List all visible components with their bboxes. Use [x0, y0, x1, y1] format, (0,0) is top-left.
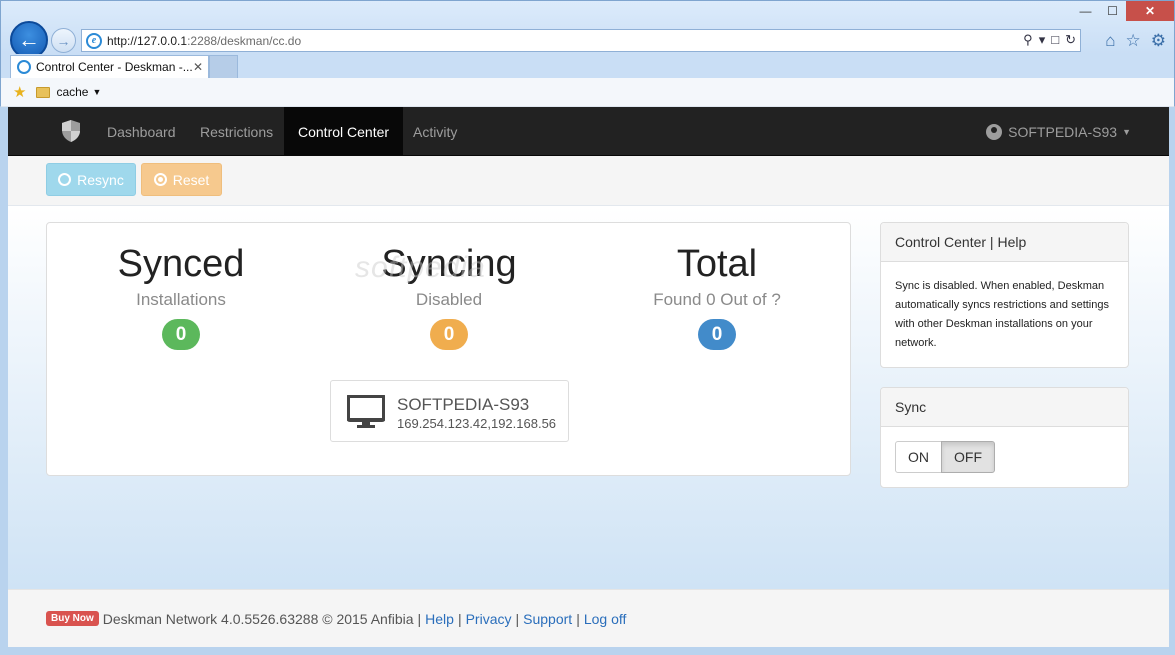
favorites-bar: ★ cache ▼	[0, 78, 1175, 107]
ie-tab-icon	[17, 60, 31, 74]
stat-title: Total	[676, 243, 758, 285]
monitor-icon	[347, 395, 385, 428]
footer-separator: |	[457, 610, 462, 627]
browser-titlebar: ← → e http://127.0.0.1:2288/deskman/cc.d…	[0, 0, 1175, 59]
page: Dashboard Restrictions Control Center Ac…	[8, 107, 1169, 647]
help-panel: Control Center | Help Sync is disabled. …	[880, 222, 1129, 368]
footer-link-logoff[interactable]: Log off	[584, 611, 627, 627]
tab-title: Control Center - Deskman -...	[36, 60, 193, 74]
chevron-down-icon[interactable]: ▾	[1039, 32, 1046, 48]
sync-off-button[interactable]: OFF	[941, 441, 995, 473]
new-tab-button[interactable]	[209, 55, 238, 78]
tab-close-icon[interactable]: ✕	[193, 60, 203, 74]
refresh-icon[interactable]: ↻	[1065, 32, 1076, 48]
user-icon	[986, 123, 1003, 140]
nav-dashboard[interactable]: Dashboard	[93, 107, 190, 156]
sync-on-button[interactable]: ON	[895, 441, 942, 473]
compat-view-icon[interactable]: □	[1051, 32, 1059, 48]
minimize-button[interactable]: —	[1072, 1, 1099, 21]
address-bar[interactable]: e http://127.0.0.1:2288/deskman/cc.do ⚲ …	[81, 29, 1081, 52]
nav-activity[interactable]: Activity	[399, 107, 471, 156]
help-panel-title: Control Center | Help	[881, 223, 1128, 262]
record-icon	[153, 173, 167, 186]
sync-toggle: ON OFF	[895, 441, 995, 473]
forward-button[interactable]: →	[51, 28, 76, 53]
sync-panel-title: Sync	[881, 388, 1128, 427]
machine-name: SOFTPEDIA-S93	[397, 395, 530, 414]
user-menu[interactable]: SOFTPEDIA-S93 ▼	[986, 107, 1131, 156]
machine-ip: 169.254.123.42,192.168.56	[397, 416, 557, 431]
nav-restrictions[interactable]: Restrictions	[186, 107, 287, 156]
maximize-button[interactable]: ☐	[1099, 1, 1126, 21]
shield-icon[interactable]	[59, 119, 83, 143]
address-url: http://127.0.0.1:2288/deskman/cc.do	[107, 33, 302, 48]
stat-subtitle: Found 0 Out of ?	[653, 290, 781, 309]
footer-separator: |	[417, 610, 422, 627]
signal-icon	[58, 173, 72, 186]
footer-link-support[interactable]: Support	[523, 611, 572, 627]
footer-link-help[interactable]: Help	[425, 611, 454, 627]
favorites-star-icon[interactable]: ☆	[1126, 31, 1141, 51]
window-controls: — ☐ ✕	[1072, 1, 1174, 21]
footer: Buy Now Deskman Network 4.0.5526.63288 ©…	[8, 589, 1169, 647]
buy-now-badge[interactable]: Buy Now	[46, 611, 99, 626]
resync-button[interactable]: Resync	[46, 163, 136, 196]
stat-total: Total Found 0 Out of ? 0	[583, 241, 851, 350]
folder-icon	[36, 86, 51, 98]
tab-control-center[interactable]: Control Center - Deskman -... ✕	[10, 55, 209, 78]
footer-separator: |	[515, 610, 520, 627]
stat-title: Synced	[117, 243, 245, 285]
reset-button[interactable]: Reset	[141, 163, 222, 196]
caret-down-icon: ▼	[1122, 126, 1131, 137]
ie-page-icon: e	[86, 32, 102, 49]
stat-subtitle: Disabled	[415, 290, 483, 309]
softpedia-watermark: softpedia	[355, 251, 486, 284]
stat-subtitle: Installations	[136, 290, 226, 309]
home-icon[interactable]: ⌂	[1105, 31, 1115, 51]
search-icon[interactable]: ⚲	[1023, 32, 1033, 48]
browser-icons: ⌂ ☆ ⚙	[1105, 31, 1166, 51]
nav-control-center[interactable]: Control Center	[284, 107, 404, 156]
count-badge: 0	[698, 319, 736, 350]
footer-link-privacy[interactable]: Privacy	[466, 611, 512, 627]
footer-separator: |	[576, 610, 580, 627]
machine-card[interactable]: SOFTPEDIA-S93 169.254.123.42,192.168.56	[330, 380, 569, 442]
count-badge: 0	[162, 319, 200, 350]
add-favorites-icon[interactable]: ★	[13, 83, 26, 101]
tab-strip: Control Center - Deskman -... ✕	[0, 54, 1175, 78]
reset-label: Reset	[172, 171, 210, 188]
app-navbar: Dashboard Restrictions Control Center Ac…	[8, 107, 1169, 156]
close-window-button[interactable]: ✕	[1126, 1, 1174, 21]
count-badge: 0	[430, 319, 468, 350]
resync-label: Resync	[77, 171, 124, 188]
action-toolbar: Resync Reset	[8, 156, 1169, 206]
chevron-down-icon[interactable]: ▼	[92, 87, 101, 97]
sync-panel: Sync ON OFF	[880, 387, 1129, 488]
footer-copyright: Deskman Network 4.0.5526.63288 © 2015 An…	[102, 610, 414, 627]
stat-synced: Synced Installations 0	[47, 241, 315, 350]
user-name: SOFTPEDIA-S93	[1008, 123, 1118, 140]
gear-icon[interactable]: ⚙	[1151, 31, 1166, 51]
help-panel-text: Sync is disabled. When enabled, Deskman …	[895, 280, 1109, 349]
address-tools: ⚲ ▾ □ ↻	[1023, 32, 1076, 48]
favorites-folder-cache[interactable]: cache	[56, 85, 88, 99]
